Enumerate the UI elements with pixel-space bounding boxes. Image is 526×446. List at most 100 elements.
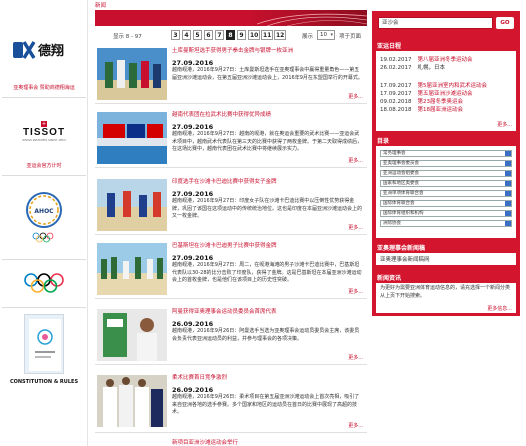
sponsor-ahoc[interactable]: AHOC [2,176,86,260]
sponsor-tissot[interactable]: + TISSOT SWISS WATCHES SINCE 1853 亚运会官方计… [2,98,86,176]
result-range: 显示 8 - 97 [113,34,142,40]
news-title[interactable]: 新项目亚洲沙滩运动会举行 [172,438,367,446]
news-thumbnail[interactable] [97,179,167,231]
directory-select[interactable]: 亚洲运动会组委会 [380,170,512,177]
news-summary: 越南岘港，2016年9月27日：印度女子队在沙滩卡巴迪比赛中以压倒性优势获得金牌… [172,198,363,219]
page-link-6[interactable]: 6 [204,30,213,40]
breadcrumb[interactable]: 新闻 [95,1,106,9]
news-summary: 越南岘港，2016年9月27日：周二，在岘港海滩的男子沙滩卡巴迪比赛中，巴基斯坦… [172,262,362,283]
per-page-label: 展示 [302,34,314,40]
search-input[interactable]: 亚沙会 [378,17,493,29]
constitution-label[interactable]: CONSTITUTION & RULES [2,379,86,385]
news-date: 26.09.2016 [172,386,214,394]
sponsor-caption[interactable]: 亚运会官方计时 [2,162,86,169]
right-sidebar: 亚沙会 GO 亚运日程 19.02.2017 第八届亚洲冬季运动会 26.02.2… [372,11,520,316]
header-swirl-decoration [257,13,367,26]
news-title[interactable]: 土库曼斯坦选手获得男子拳击金牌与银牌一枚亚洲 [172,46,367,54]
pagination: 显示 8 - 97 3 4 5 6 7 8 9 10 11 12 展示 10 项… [95,30,367,41]
deshang-logo-text: 德翔 [38,43,64,59]
news-thumbnail[interactable] [97,243,167,295]
directory-select[interactable]: 亚洲单项体育联合会 [380,190,512,197]
news-summary: 越南岘港，2016年9月26日：柔术项目在第五届亚洲沙滩运动会上首次亮相，吸引了… [172,394,360,415]
directory-panel: 常务理事会 亚奥理事会委员会 亚洲运动会组委会 国家和地区奥委会 亚洲单项体育联… [376,146,516,238]
news-item: 阿曼获得亚奥理事会运动员委员会首席代表 26.09.2016 越南岘港，2016… [95,305,367,365]
calendar-panel: 19.02.2017 第八届亚洲冬季运动会 26.02.2017 札幌，日本 17.… [376,51,516,131]
read-more-link[interactable]: 更多... [348,422,363,429]
news-item: 越南代表团在拉武术比赛中获得优异成绩 27.09.2016 越南岘港，2016年… [95,108,367,168]
news-date: 27.09.2016 [172,254,214,262]
news-summary: 越南岘港，2016年9月27日：越南的岘港，就在奥运会重要的武术比赛——亚运会武… [172,131,363,152]
calendar-event: 札幌，日本 [417,65,446,71]
per-page-select[interactable]: 10 [317,30,335,40]
news-header-bar [95,10,367,26]
news-thumbnail[interactable] [97,48,167,100]
sponsor-column: 德翔 亚奥理事会 赞助商德翔海运 + TISSOT SWISS WATCHES … [0,0,88,446]
directory-select[interactable]: 国际体育联合会 [380,200,512,207]
search-go-button[interactable]: GO [496,17,514,29]
news-thumbnail[interactable] [97,309,167,361]
sport-news-panel: 亚奥理事会新闻稿网 [376,253,516,265]
directory-title: 目录 [377,138,390,145]
tissot-tagline: SWISS WATCHES SINCE 1853 [22,138,66,142]
page-link-current[interactable]: 8 [226,30,235,40]
news-item: 新项目亚洲沙滩运动会举行 [95,436,367,446]
news-date: 27.09.2016 [172,123,214,131]
calendar-date: 18.08.2018 [380,107,412,113]
page-link-9[interactable]: 9 [237,30,246,40]
newsletter-description: 为更好为需要亚洲体育运动信息的，请充选择一个新闻分类从上页下开始搜索。 [380,285,511,299]
directory-select[interactable]: 洲际协会 [380,220,512,227]
page-link-12[interactable]: 12 [274,30,287,40]
news-title[interactable]: 巴基斯坦在沙滩卡巴迪男子比赛中获得金牌 [172,241,367,249]
news-item: 土库曼斯坦选手获得男子拳击金牌与银牌一枚亚洲 27.09.2016 越南岘港，2… [95,44,367,104]
news-summary: 越南岘港，2016年9月27日：土库曼斯坦选手在亚奥理事会中赢得重量角色——第五… [172,67,363,81]
newsletter-panel: 为更好为需要亚洲体育运动信息的，请充选择一个新闻分类从上页下开始搜索。 更多信息… [376,283,516,313]
news-title[interactable]: 阿曼获得亚奥理事会运动员委员会首席代表 [172,307,367,315]
news-summary: 越南岘港，2016年9月26日：阿曼选手当选为亚奥理事会运动员委员会主席，该委员… [172,328,360,342]
calendar-more-link[interactable]: 更多... [497,121,512,128]
news-item: 巴基斯坦在沙滩卡巴迪男子比赛中获得金牌 27.09.2016 越南岘港，2016… [95,239,367,299]
directory-select[interactable]: 国际体育组织和机构 [380,210,512,217]
newsletter-more-link[interactable]: 更多信息... [487,305,512,312]
sport-news-link[interactable]: 亚奥理事会新闻稿网 [380,255,430,263]
directory-select[interactable]: 亚奥理事会委员会 [380,160,512,167]
read-more-link[interactable]: 更多... [348,354,363,361]
read-more-link[interactable]: 更多... [348,157,363,164]
news-title[interactable]: 越南代表团在拉武术比赛中获得优异成绩 [172,110,367,118]
news-date: 27.09.2016 [172,190,214,198]
news-date: 26.09.2016 [172,320,214,328]
sponsor-olympic[interactable] [2,260,86,308]
calendar-date: 26.02.2017 [380,65,412,71]
sponsor-constitution[interactable]: CONSTITUTION & RULES [2,308,86,388]
read-more-link[interactable]: 更多... [348,93,363,100]
calendar-title: 亚运日程 [377,43,402,50]
news-date: 27.09.2016 [172,59,214,67]
page-link-7[interactable]: 7 [215,30,224,40]
newsletter-title: 新闻资讯 [377,275,402,282]
sport-news-title: 亚奥理事会新闻稿 [377,245,426,252]
constitution-book-icon [24,314,64,374]
calendar-event[interactable]: 第18届亚洲运动会 [418,107,464,113]
page-link-3[interactable]: 3 [171,30,180,40]
sponsor-deshang[interactable]: 德翔 亚奥理事会 赞助商德翔海运 [2,0,86,98]
news-title[interactable]: 柔术比赛首日竞争激烈 [172,373,367,381]
ahoc-logo: AHOC [24,188,64,248]
olympic-rings-icon [23,272,65,294]
per-page-suffix: 项于页面 [339,34,362,40]
read-more-link[interactable]: 更多... [348,288,363,295]
news-thumbnail[interactable] [97,375,167,427]
page-link-5[interactable]: 5 [193,30,202,40]
sponsor-caption[interactable]: 亚奥理事会 赞助商德翔海运 [2,84,86,91]
tissot-wordmark: TISSOT [22,127,66,138]
news-item: 柔术比赛首日竞争激烈 26.09.2016 越南岘港，2016年9月26日：柔术… [95,371,367,433]
news-item: 印度选手在沙滩卡巴迪比赛中获得女子金牌 27.09.2016 越南岘港，2016… [95,175,367,235]
read-more-link[interactable]: 更多... [348,224,363,231]
ahoc-logo-text: AHOC [34,208,54,215]
deshang-logo: 德翔 [12,40,76,60]
page-link-10[interactable]: 10 [248,30,261,40]
directory-select[interactable]: 国家和地区奥委会 [380,180,512,187]
page-link-4[interactable]: 4 [182,30,191,40]
news-title[interactable]: 印度选手在沙滩卡巴迪比赛中获得女子金牌 [172,177,367,185]
directory-select[interactable]: 常务理事会 [380,150,512,157]
page-link-11[interactable]: 11 [261,30,274,40]
news-thumbnail[interactable] [97,112,167,164]
